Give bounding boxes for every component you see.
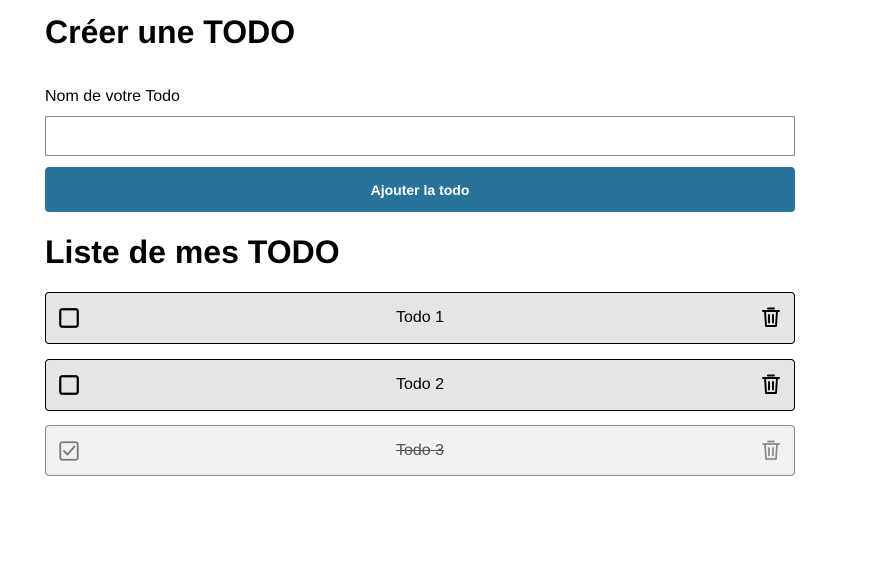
trash-icon[interactable]: [761, 373, 781, 395]
todo-label: Todo 2: [395, 376, 445, 393]
checked-checkbox-icon[interactable]: [59, 441, 79, 461]
todo-item: Todo 2: [45, 359, 795, 411]
todo-label: Todo 1: [395, 309, 445, 326]
page-title: Créer une TODO: [45, 14, 296, 50]
todo-item-done: Todo 3: [45, 425, 795, 476]
list-title: Liste de mes TODO: [45, 234, 340, 270]
add-todo-button[interactable]: Ajouter la todo: [45, 167, 795, 212]
empty-checkbox-icon[interactable]: [59, 308, 79, 328]
trash-icon[interactable]: [761, 439, 781, 461]
todo-name-label: Nom de votre Todo: [45, 88, 180, 105]
todo-item: Todo 1: [45, 292, 795, 344]
todo-name-input[interactable]: [45, 116, 795, 156]
todo-label: Todo 3: [395, 441, 445, 459]
trash-icon[interactable]: [761, 306, 781, 328]
empty-checkbox-icon[interactable]: [59, 375, 79, 395]
